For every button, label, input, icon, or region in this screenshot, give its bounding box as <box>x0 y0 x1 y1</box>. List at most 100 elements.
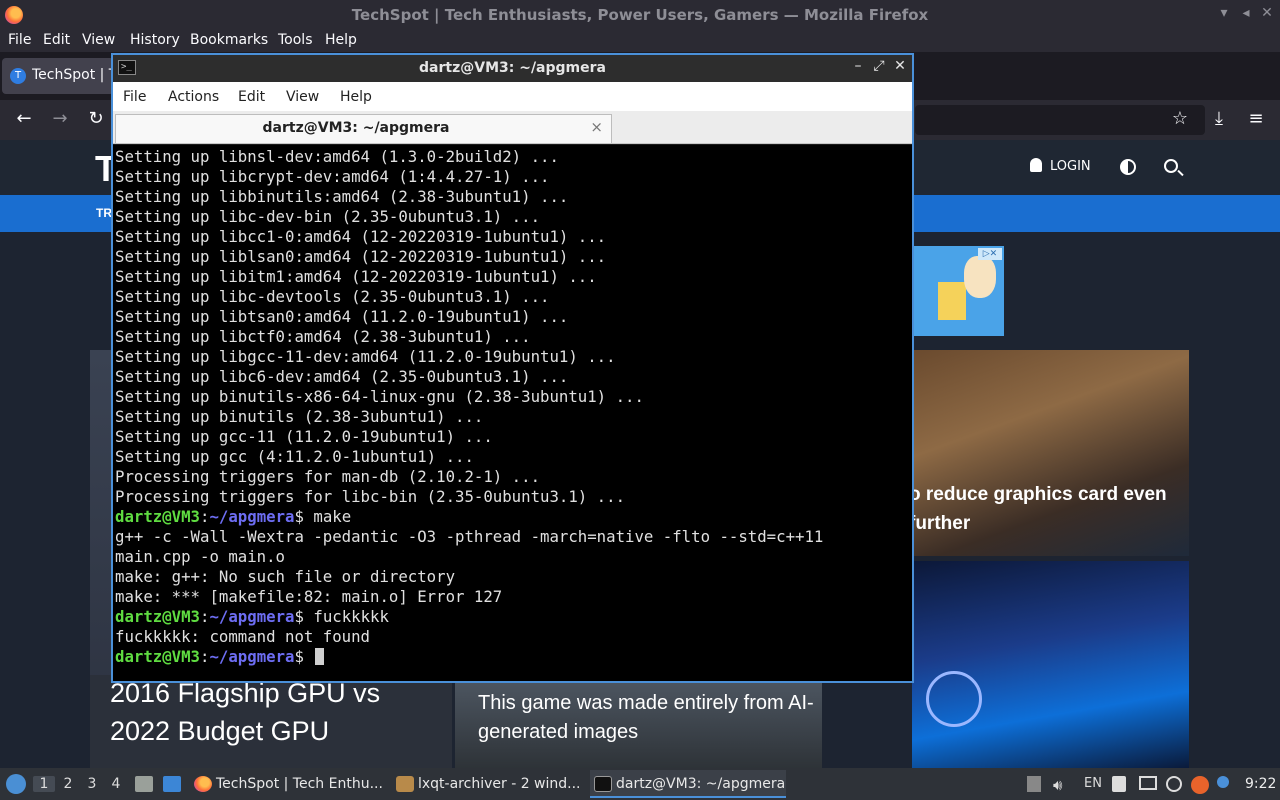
menu-edit[interactable]: Edit <box>43 32 70 48</box>
user-icon <box>1030 158 1042 172</box>
browser-tab-techspot[interactable]: T TechSpot | Tech Enthusiasts <box>2 58 114 94</box>
prompt-path: ~/apgmera <box>209 647 295 666</box>
notification-icon[interactable] <box>1217 776 1229 788</box>
article-card-pc-build[interactable] <box>912 561 1189 768</box>
show-desktop-icon[interactable] <box>163 776 181 792</box>
address-bar[interactable] <box>915 105 1205 135</box>
taskbar-item-archiver[interactable]: lxqt-archiver - 2 wind... <box>392 770 584 798</box>
article-badge-icon <box>926 671 982 727</box>
article-card-graphics-card[interactable]: o reduce graphics card even further <box>912 350 1189 556</box>
taskbar-item-label: lxqt-archiver - 2 wind... <box>418 776 581 792</box>
maximize-icon[interactable]: ◂ <box>1236 5 1256 21</box>
login-link[interactable]: LOGIN <box>1030 158 1091 174</box>
close-icon[interactable]: ✕ <box>1257 5 1277 21</box>
terminal-tab-label: dartz@VM3: ~/apgmera <box>262 120 450 136</box>
contrast-toggle-icon[interactable] <box>1120 159 1136 175</box>
maximize-icon[interactable]: ⤢ <box>870 58 888 74</box>
bookmark-star-icon[interactable]: ☆ <box>1168 108 1192 129</box>
terminal-titlebar[interactable]: >_ dartz@VM3: ~/apgmera – ⤢ ✕ <box>113 55 912 82</box>
workspace-2[interactable]: 2 <box>57 776 79 792</box>
advertisement-image[interactable]: ▷✕ <box>912 246 1004 336</box>
menu-history[interactable]: History <box>130 32 180 48</box>
article-headline[interactable]: o reduce graphics card even further <box>912 480 1179 538</box>
terminal-output-line: Setting up libitm1:amd64 (12-20220319-1u… <box>115 267 597 286</box>
terminal-cursor <box>315 648 325 665</box>
terminal-menu-help[interactable]: Help <box>340 89 372 105</box>
menu-view[interactable]: View <box>82 32 115 48</box>
forward-arrow-icon[interactable]: → <box>48 108 72 129</box>
notes-icon[interactable] <box>1112 776 1126 792</box>
prompt-path: ~/apgmera <box>209 607 295 626</box>
terminal-icon <box>594 776 612 792</box>
menu-bookmarks[interactable]: Bookmarks <box>190 32 268 48</box>
reload-icon[interactable]: ↻ <box>84 108 108 129</box>
terminal-output-line: Setting up libc-dev-bin (2.35-0ubuntu3.1… <box>115 207 541 226</box>
terminal-output-line: Setting up gcc-11 (11.2.0-19ubuntu1) ... <box>115 427 493 446</box>
app-menu-icon[interactable]: ≡ <box>1244 108 1268 129</box>
terminal-output-line: Setting up libbinutils:amd64 (2.38-3ubun… <box>115 187 569 206</box>
terminal-menu-view[interactable]: View <box>286 89 319 105</box>
firefox-titlebar: TechSpot | Tech Enthusiasts, Power Users… <box>0 0 1280 30</box>
menu-file[interactable]: File <box>8 32 31 48</box>
clock[interactable]: 9:22 <box>1245 776 1276 792</box>
minimize-icon[interactable]: – <box>849 58 867 74</box>
minimize-icon[interactable]: ▾ <box>1214 5 1234 21</box>
clipboard-icon[interactable] <box>1027 776 1041 792</box>
terminal-window-title: dartz@VM3: ~/apgmera <box>419 60 606 76</box>
ad-document-graphic <box>938 282 966 320</box>
taskbar-item-firefox[interactable]: TechSpot | Tech Enthu... <box>190 770 388 798</box>
prompt-user: dartz@VM3 <box>115 507 201 526</box>
terminal-output-line: make: *** [makefile:82: main.o] Error 12… <box>115 587 503 606</box>
menu-help[interactable]: Help <box>325 32 357 48</box>
article-headline-ai-game[interactable]: This game was made entirely from AI-gene… <box>478 689 818 747</box>
terminal-menu-edit[interactable]: Edit <box>238 89 265 105</box>
terminal-prompt-line: dartz@VM3:~/apgmera$ <box>115 647 912 667</box>
terminal-prompt-line: dartz@VM3:~/apgmera$ make <box>115 507 912 527</box>
prompt-command: $ make <box>294 507 352 526</box>
prompt-user: dartz@VM3 <box>115 647 201 666</box>
network-icon[interactable] <box>1139 776 1157 790</box>
terminal-prompt-line: dartz@VM3:~/apgmera$ fuckkkkk <box>115 607 912 627</box>
file-manager-icon[interactable] <box>135 776 153 792</box>
terminal-output-line: Setting up gcc (4:11.2.0-1ubuntu1) ... <box>115 447 474 466</box>
terminal-output-line: Setting up binutils (2.38-3ubuntu1) ... <box>115 407 484 426</box>
terminal-output-line: Setting up libnsl-dev:amd64 (1.3.0-2buil… <box>115 147 559 166</box>
terminal-output-line: g++ -c -Wall -Wextra -pedantic -O3 -pthr… <box>115 527 824 546</box>
close-icon[interactable]: ✕ <box>891 58 909 74</box>
terminal-menu-file[interactable]: File <box>123 89 146 105</box>
ubuntu-update-icon[interactable] <box>1191 776 1209 794</box>
prompt-command: $ fuckkkkk <box>294 607 389 626</box>
workspace-4[interactable]: 4 <box>105 776 127 792</box>
taskbar-item-terminal[interactable]: dartz@VM3: ~/apgmera <box>590 770 786 798</box>
download-icon[interactable]: ⤓ <box>1207 108 1231 129</box>
terminal-output-line: Setting up libtsan0:amd64 (11.2.0-19ubun… <box>115 307 569 326</box>
menu-tools[interactable]: Tools <box>278 32 313 48</box>
nav-item-trending[interactable]: TR <box>96 206 112 220</box>
terminal-output-line: Processing triggers for man-db (2.10.2-1… <box>115 467 541 486</box>
terminal-output-line: Setting up binutils-x86-64-linux-gnu (2.… <box>115 387 644 406</box>
prompt-path: ~/apgmera <box>209 507 295 526</box>
workspace-1[interactable]: 1 <box>33 776 55 792</box>
terminal-window[interactable]: >_ dartz@VM3: ~/apgmera – ⤢ ✕ File Actio… <box>111 53 914 683</box>
back-arrow-icon[interactable]: ← <box>12 108 36 129</box>
workspace-3[interactable]: 3 <box>81 776 103 792</box>
volume-icon[interactable]: 🔊︎ <box>1053 776 1062 794</box>
archiver-icon <box>396 776 414 792</box>
firefox-window-title: TechSpot | Tech Enthusiasts, Power Users… <box>351 6 929 24</box>
terminal-output-line: Setting up libcrypt-dev:amd64 (1:4.4.27-… <box>115 167 550 186</box>
updates-icon[interactable] <box>1166 776 1182 792</box>
terminal-output-line: Setting up liblsan0:amd64 (12-20220319-1… <box>115 247 607 266</box>
ad-choices-icon[interactable]: ▷✕ <box>978 248 1002 260</box>
search-icon[interactable] <box>1164 159 1178 173</box>
terminal-tab-bar: dartz@VM3: ~/apgmera × <box>113 111 912 144</box>
tab-close-icon[interactable]: × <box>590 118 603 136</box>
terminal-output-line: fuckkkkk: command not found <box>115 627 371 646</box>
ad-character-graphic <box>964 256 996 298</box>
taskbar: 1 2 3 4 TechSpot | Tech Enthu... lxqt-ar… <box>0 768 1280 800</box>
article-headline-gpu[interactable]: 2016 Flagship GPU vs 2022 Budget GPU <box>110 674 430 750</box>
terminal-output[interactable]: Setting up libnsl-dev:amd64 (1.3.0-2buil… <box>113 145 912 681</box>
terminal-menu-actions[interactable]: Actions <box>168 89 219 105</box>
keyboard-layout[interactable]: EN <box>1084 776 1102 791</box>
start-menu-icon[interactable] <box>6 774 26 794</box>
terminal-tab[interactable]: dartz@VM3: ~/apgmera × <box>115 114 612 143</box>
